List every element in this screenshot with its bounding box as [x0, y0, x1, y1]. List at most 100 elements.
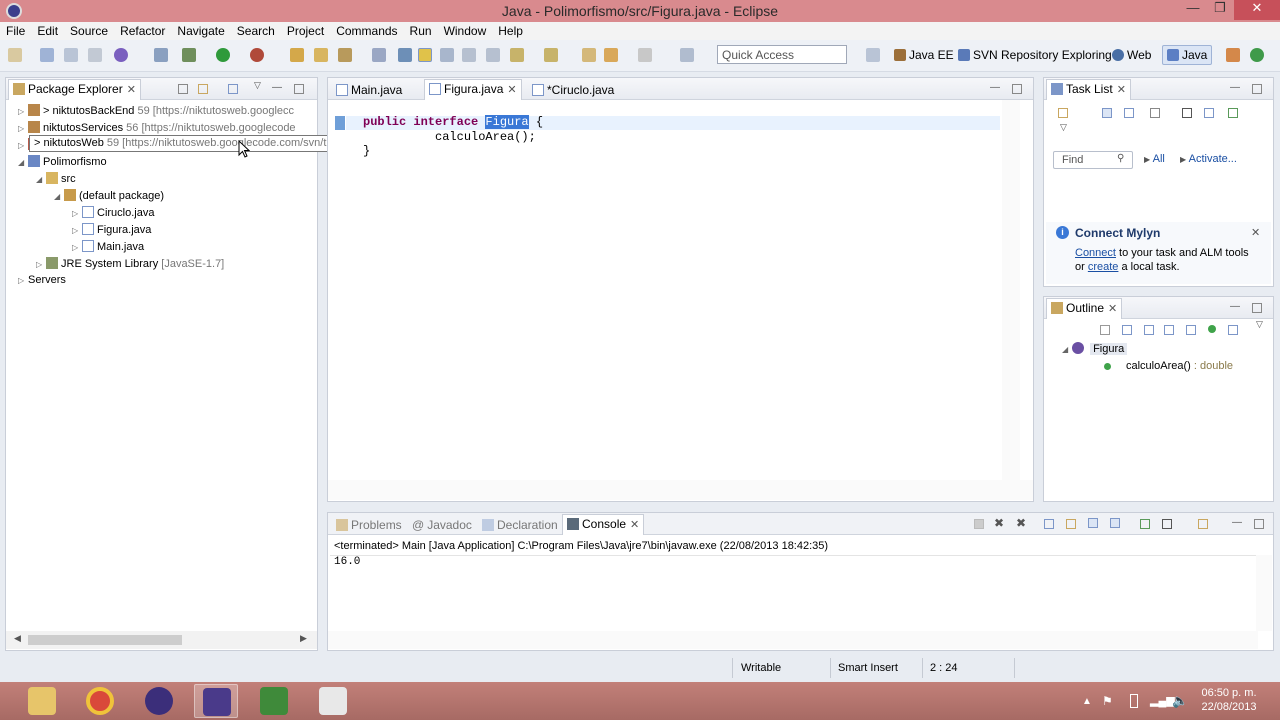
menu-help[interactable]: Help — [492, 22, 529, 38]
print-icon[interactable] — [88, 48, 102, 62]
collapse-all-icon[interactable] — [1204, 108, 1214, 118]
open-console-icon[interactable] — [1198, 519, 1208, 529]
scroll-left-icon[interactable]: ◀ — [14, 633, 21, 644]
pin-icon[interactable] — [680, 48, 694, 62]
tab-declaration[interactable]: Declaration — [478, 516, 562, 534]
debug-icon[interactable] — [182, 48, 196, 62]
taskbar-eclipse[interactable] — [137, 684, 181, 718]
menu-run[interactable]: Run — [404, 22, 438, 38]
all-filter-link[interactable]: ▶ All — [1144, 153, 1165, 165]
link-editor-icon[interactable] — [198, 84, 208, 94]
sync-icon[interactable] — [1228, 108, 1238, 118]
scroll-thumb[interactable] — [28, 635, 182, 645]
view-menu-icon[interactable]: ▽ — [1256, 319, 1263, 330]
new-task-icon[interactable] — [1058, 108, 1068, 118]
code-editor[interactable]: public interface Figura { calculoArea();… — [363, 115, 543, 159]
tree-item-niktutos-services[interactable]: ▷ niktutosServices 56 [https://niktutoswe… — [18, 121, 296, 134]
connect-link[interactable]: Connect — [1075, 247, 1116, 259]
paragraph-icon[interactable] — [486, 48, 500, 62]
close-icon[interactable]: ✕ — [507, 84, 516, 96]
perspective-svn[interactable]: SVN Repository Exploring — [958, 48, 1112, 62]
collapse-all-icon[interactable] — [1122, 325, 1132, 335]
minimize-view-icon[interactable]: — — [1230, 301, 1240, 312]
minimize-view-icon[interactable]: — — [1232, 517, 1242, 528]
remove-all-icon[interactable]: ✖ — [1016, 516, 1026, 530]
open-project-icon[interactable] — [290, 48, 304, 62]
minimize-button[interactable]: — — [1180, 0, 1206, 20]
close-icon[interactable]: ✕ — [1251, 226, 1260, 239]
color-wheel-icon[interactable] — [114, 48, 128, 62]
show-whitespace-icon[interactable] — [462, 48, 476, 62]
open-folder-icon[interactable] — [314, 48, 328, 62]
tab-ciruclo-java[interactable]: *Ciruclo.java — [528, 81, 618, 99]
display-console-icon[interactable] — [1162, 519, 1172, 529]
toggle-icon[interactable] — [154, 48, 168, 62]
tab-problems[interactable]: Problems — [332, 516, 406, 534]
view-menu-icon[interactable]: ▽ — [1060, 122, 1067, 133]
maximize-button[interactable]: ❐ — [1206, 0, 1234, 20]
close-icon[interactable]: ✕ — [1108, 303, 1117, 315]
forward-icon[interactable] — [638, 48, 652, 62]
word-wrap-icon[interactable] — [1088, 518, 1098, 528]
close-icon[interactable]: ✕ — [127, 84, 136, 96]
menu-navigate[interactable]: Navigate — [171, 22, 230, 38]
scroll-lock-icon[interactable] — [1066, 519, 1076, 529]
close-button[interactable]: ✕ — [1234, 0, 1280, 20]
hide-fields-icon[interactable] — [1164, 325, 1174, 335]
taskbar-clock[interactable]: 06:50 p. m. 22/08/2013 — [1194, 686, 1264, 714]
taskbar-eclipse-java-ee[interactable] — [194, 684, 238, 718]
view-menu-icon[interactable]: ▽ — [254, 80, 261, 91]
focus-icon[interactable] — [1182, 108, 1192, 118]
search-icon[interactable] — [372, 48, 386, 62]
open-type-icon[interactable] — [338, 48, 352, 62]
tab-console[interactable]: Console ✕ — [562, 514, 645, 535]
external-tools-icon[interactable] — [250, 48, 264, 62]
prev-annotation-icon[interactable] — [544, 48, 558, 62]
quick-access-input[interactable]: Quick Access — [717, 45, 847, 64]
save-all-icon[interactable] — [64, 48, 78, 62]
horizontal-scrollbar[interactable]: ◀ ▶ — [6, 631, 317, 649]
next-annotation-icon[interactable] — [510, 48, 524, 62]
perspective-java-ee[interactable]: Java EE — [894, 48, 954, 62]
menu-file[interactable]: File — [0, 22, 31, 38]
vertical-scrollbar[interactable] — [1002, 100, 1020, 480]
block-selection-icon[interactable] — [440, 48, 454, 62]
minimize-view-icon[interactable]: — — [272, 82, 282, 93]
tree-item-servers[interactable]: ▷ Servers — [18, 274, 66, 286]
close-icon[interactable]: ✕ — [1117, 84, 1126, 96]
open-perspective-icon[interactable] — [866, 48, 880, 62]
last-edit-icon[interactable] — [582, 48, 596, 62]
new-icon[interactable] — [8, 48, 22, 62]
perspective-web[interactable]: Web — [1112, 48, 1151, 62]
run-icon[interactable] — [216, 48, 230, 62]
find-input[interactable]: Find ⚲ — [1053, 151, 1133, 169]
tree-item-src[interactable]: ◢ src — [36, 172, 76, 185]
minimize-view-icon[interactable]: — — [1230, 82, 1240, 93]
tree-item-niktutos-backend[interactable]: ▷ > niktutosBackEnd 59 [https://niktutosw… — [18, 104, 294, 117]
hide-local-types-icon[interactable] — [1228, 325, 1238, 335]
tab-main-java[interactable]: Main.java — [332, 81, 406, 99]
menu-window[interactable]: Window — [438, 22, 493, 38]
terminate-icon[interactable] — [974, 519, 984, 529]
flag-icon[interactable]: ⚑ — [1102, 694, 1113, 708]
tree-item-figura-java[interactable]: ▷ Figura.java — [72, 223, 151, 236]
signal-icon[interactable]: ▂▄▆ — [1150, 694, 1175, 707]
minimize-view-icon[interactable]: — — [990, 82, 1000, 93]
annotation-icon[interactable] — [398, 48, 412, 62]
taskbar-window[interactable] — [311, 684, 355, 718]
menu-source[interactable]: Source — [64, 22, 114, 38]
activate-link[interactable]: ▶ Activate... — [1180, 153, 1237, 165]
perspective-java[interactable]: Java — [1162, 45, 1213, 65]
tree-item-jre-library[interactable]: ▷ JRE System Library [JavaSE-1.7] — [36, 257, 224, 270]
tab-package-explorer[interactable]: Package Explorer ✕ — [8, 79, 141, 100]
menu-commands[interactable]: Commands — [330, 22, 403, 38]
mark-occurrences-icon[interactable] — [418, 48, 432, 62]
taskbar-explorer[interactable] — [20, 684, 64, 718]
show-stdout-icon[interactable] — [1110, 518, 1120, 528]
scheduled-icon[interactable] — [1124, 108, 1134, 118]
menu-project[interactable]: Project — [281, 22, 330, 38]
menu-edit[interactable]: Edit — [31, 22, 64, 38]
team-icon[interactable] — [1226, 48, 1240, 62]
create-link[interactable]: create — [1088, 261, 1119, 273]
tree-item-ciruclo-java[interactable]: ▷ Ciruclo.java — [72, 206, 154, 219]
